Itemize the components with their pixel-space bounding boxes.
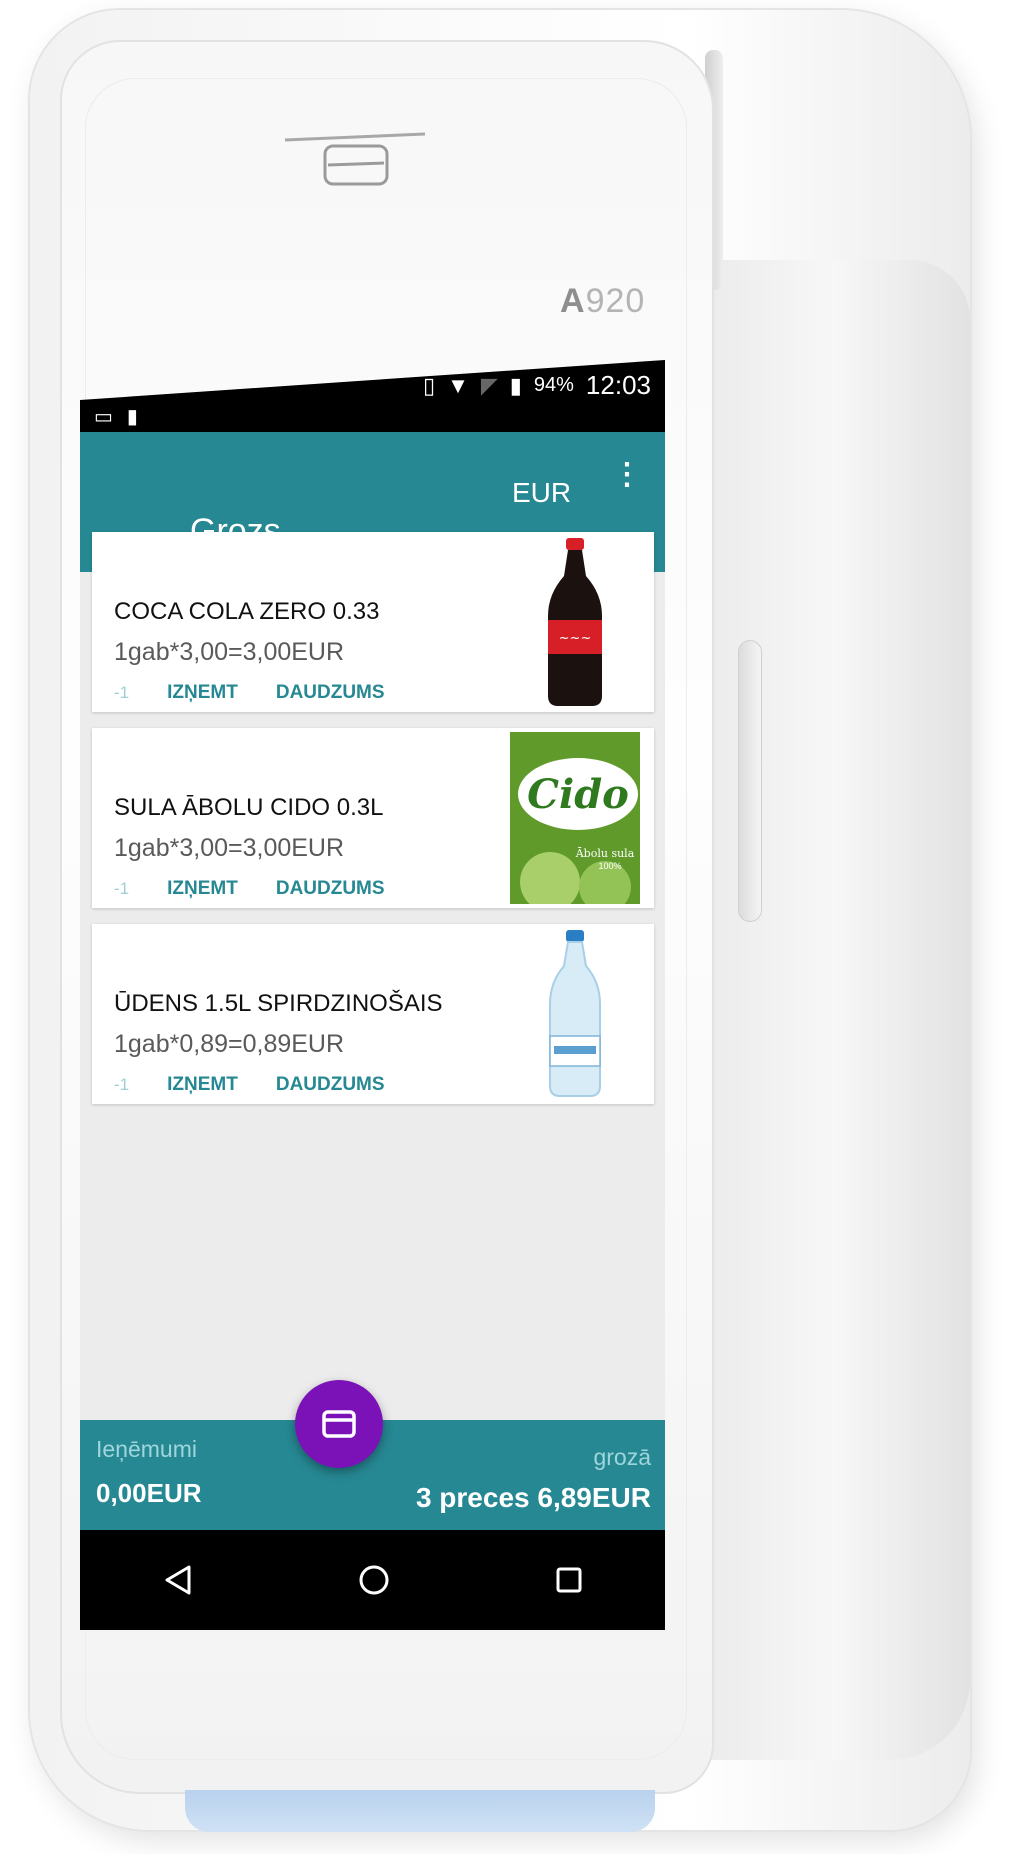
device-grip [700,260,970,1760]
cido-percent: 100% [598,861,621,871]
item-name: SULA ĀBOLU CIDO 0.3L [114,794,384,821]
no-sim-icon: ◤ [480,372,498,398]
home-circle-icon[interactable] [358,1564,390,1596]
app-notification-icon: ▮ [126,406,138,428]
item-name: COCA COLA ZERO 0.33 [114,598,380,625]
cart-label: grozā [593,1444,651,1470]
item-name: ŪDENS 1.5L SPIRDZINOŠAIS [114,990,443,1017]
cido-subtitle: Ābolu sula [575,847,635,860]
revenue-value: 0,00EUR [96,1478,202,1508]
wifi-icon: ▼ [447,372,469,398]
list-item: COCA COLA ZERO 0.33 1gab*3,00=3,00EUR -1… [92,532,654,712]
status-icons: ▯ ▼ ◤ ▮ 94% 12:03 [423,370,651,401]
currency-selector[interactable]: EUR [512,477,571,509]
remove-button[interactable]: IZŅEMT [167,878,238,900]
screen: ▭ ▮ ▯ ▼ ◤ ▮ 94% 12:03 ← Grozs EUR ⋮ COCA… [80,360,665,1630]
item-actions: -1 IZŅEMT DAUDZUMS [114,1074,385,1096]
item-actions: -1 IZŅEMT DAUDZUMS [114,682,385,704]
battery-icon: ▮ [509,372,522,398]
recents-square-icon[interactable] [555,1566,583,1594]
quantity-button[interactable]: DAUDZUMS [276,682,385,704]
list-item: ŪDENS 1.5L SPIRDZINOŠAIS 1gab*0,89=0,89E… [92,924,654,1104]
nav-bar [80,1530,665,1630]
revenue-label: Ieņēmumi [96,1436,197,1462]
list-item: SULA ĀBOLU CIDO 0.3L 1gab*3,00=3,00EUR -… [92,728,654,908]
remove-button[interactable]: IZŅEMT [167,1074,238,1096]
bottom-light-strip [185,1790,655,1832]
item-price: 1gab*3,00=3,00EUR [114,834,345,862]
pay-button[interactable] [295,1380,383,1468]
cido-logo-text: Cido [527,771,629,818]
cola-bottle-image: ~~~ [548,538,602,706]
notification-icons: ▭ ▮ [94,404,138,429]
receipt-printer-slot [284,132,426,186]
side-button [738,640,762,922]
remove-button[interactable]: IZŅEMT [167,682,238,704]
cart-list: COCA COLA ZERO 0.33 1gab*3,00=3,00EUR -1… [92,532,654,1120]
battery-percent: 94% [533,374,574,396]
decrement-button[interactable]: -1 [114,879,129,899]
model-label: A920 [560,282,646,320]
water-bottle-image [549,930,601,1097]
clock: 12:03 [585,370,651,400]
payment-card-icon [322,1410,356,1438]
decrement-button[interactable]: -1 [114,1075,129,1095]
cido-juice-box-image: Cido Ābolu sula 100% [510,732,640,904]
quantity-button[interactable]: DAUDZUMS [276,878,385,900]
cart-summary: 3 preces 6,89EUR [415,1482,651,1513]
item-price: 1gab*3,00=3,00EUR [114,638,345,666]
svg-text:~~~: ~~~ [559,631,592,646]
more-vert-icon[interactable]: ⋮ [612,460,642,490]
quantity-button[interactable]: DAUDZUMS [276,1074,385,1096]
back-triangle-icon[interactable] [163,1564,193,1596]
item-price: 1gab*0,89=0,89EUR [114,1030,345,1058]
gallery-notification-icon: ▭ [94,406,113,428]
item-actions: -1 IZŅEMT DAUDZUMS [114,878,385,900]
decrement-button[interactable]: -1 [114,683,129,703]
